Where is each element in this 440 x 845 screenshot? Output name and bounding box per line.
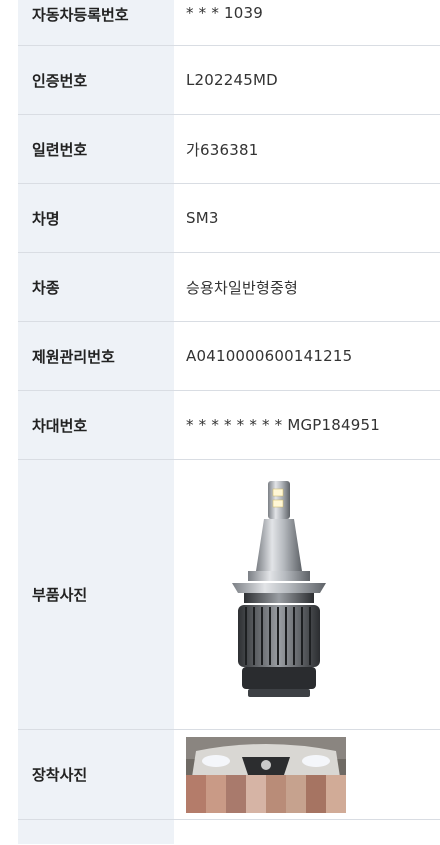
row-vin: 차대번호 * * * * * * * * MGP184951: [0, 391, 440, 460]
value-car-type: 승용차일반형중형: [186, 278, 299, 297]
left-margin: [0, 0, 18, 845]
label-registration-number: 자동차등록번호: [0, 0, 174, 45]
label-certification-number: 인증번호: [0, 46, 174, 114]
car-front-photo-icon: [186, 736, 346, 813]
row-registration-number: 자동차등록번호 * * * 1039: [0, 0, 440, 46]
row-car-type: 차종 승용차일반형중형: [0, 253, 440, 322]
row-part-photo: 부품사진: [0, 460, 440, 730]
mount-photo-cell: [174, 730, 440, 819]
row-trailing: [0, 820, 440, 844]
value-certification-number: L202245MD: [186, 71, 278, 89]
row-spec-management-number: 제원관리번호 A0410000600141215: [0, 322, 440, 391]
label-car-name: 차명: [0, 184, 174, 252]
label-spec-management-number: 제원관리번호: [0, 322, 174, 390]
label-mount-photo: 장착사진: [0, 730, 174, 819]
label-trailing: [0, 820, 174, 844]
label-car-type: 차종: [0, 253, 174, 321]
label-part-photo: 부품사진: [0, 460, 174, 729]
pixelated-area: [186, 774, 346, 813]
vehicle-info-table: 자동차등록번호 * * * 1039 인증번호 L202245MD 일련번호 가…: [0, 0, 440, 844]
value-serial-number: 가636381: [186, 140, 259, 159]
value-trailing: [174, 820, 440, 844]
value-spec-management-number: A0410000600141215: [186, 347, 353, 365]
part-photo-cell: [174, 460, 440, 729]
label-serial-number: 일련번호: [0, 115, 174, 183]
row-car-name: 차명 SM3: [0, 184, 440, 253]
value-vin: * * * * * * * * MGP184951: [186, 416, 381, 434]
value-car-name: SM3: [186, 209, 219, 227]
label-vin: 차대번호: [0, 391, 174, 459]
row-mount-photo: 장착사진: [0, 730, 440, 820]
row-serial-number: 일련번호 가636381: [0, 115, 440, 184]
led-headlight-bulb-icon: [208, 475, 356, 715]
row-certification-number: 인증번호 L202245MD: [0, 46, 440, 115]
value-registration-number: * * * 1039: [186, 4, 263, 22]
